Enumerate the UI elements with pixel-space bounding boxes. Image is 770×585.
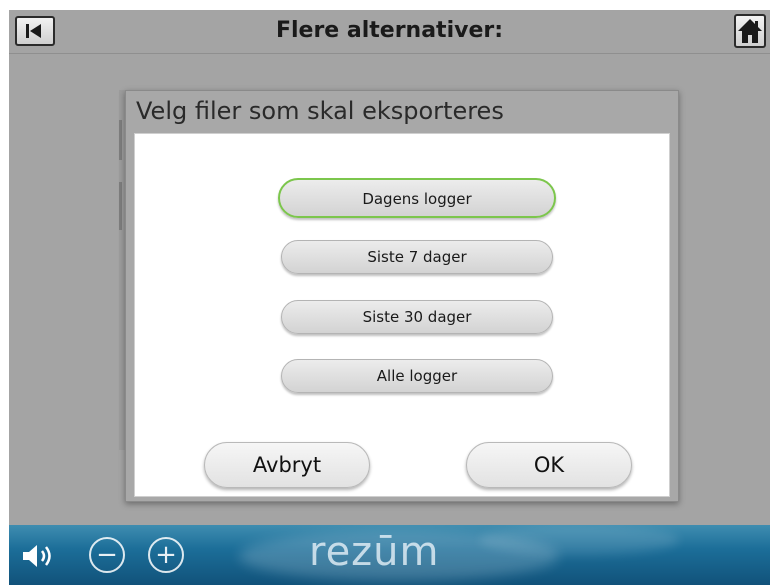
footer-bar: − + rezūm — [9, 525, 770, 585]
option-all-logs-button[interactable]: Alle logger — [281, 359, 553, 393]
option-todays-logs-button[interactable]: Dagens logger — [278, 178, 556, 218]
volume-up-button[interactable]: + — [148, 537, 184, 573]
minus-icon: − — [96, 540, 118, 570]
brand-logo: rezūm — [309, 529, 440, 575]
page-title: Flere alternativer: — [275, 18, 504, 43]
water-highlight — [479, 525, 679, 555]
home-button[interactable] — [734, 14, 766, 48]
export-dialog: Velg filer som skal eksporteres Dagens l… — [125, 90, 679, 502]
option-last-7-days-button[interactable]: Siste 7 dager — [281, 240, 553, 274]
cancel-button[interactable]: Avbryt — [204, 442, 370, 488]
home-icon — [738, 19, 762, 43]
background-divider — [119, 120, 122, 160]
background-divider — [119, 182, 122, 230]
speaker-icon[interactable] — [21, 542, 61, 570]
volume-down-button[interactable]: − — [89, 537, 125, 573]
header-bar: Flere alternativer: — [9, 10, 770, 54]
dialog-title: Velg filer som skal eksporteres — [136, 97, 504, 125]
ok-button[interactable]: OK — [466, 442, 632, 488]
app-screen: Flere alternativer: Velg filer som skal … — [9, 10, 770, 585]
option-last-30-days-button[interactable]: Siste 30 dager — [281, 300, 553, 334]
plus-icon: + — [155, 540, 177, 570]
dialog-body: Dagens logger Siste 7 dager Siste 30 dag… — [134, 133, 670, 497]
